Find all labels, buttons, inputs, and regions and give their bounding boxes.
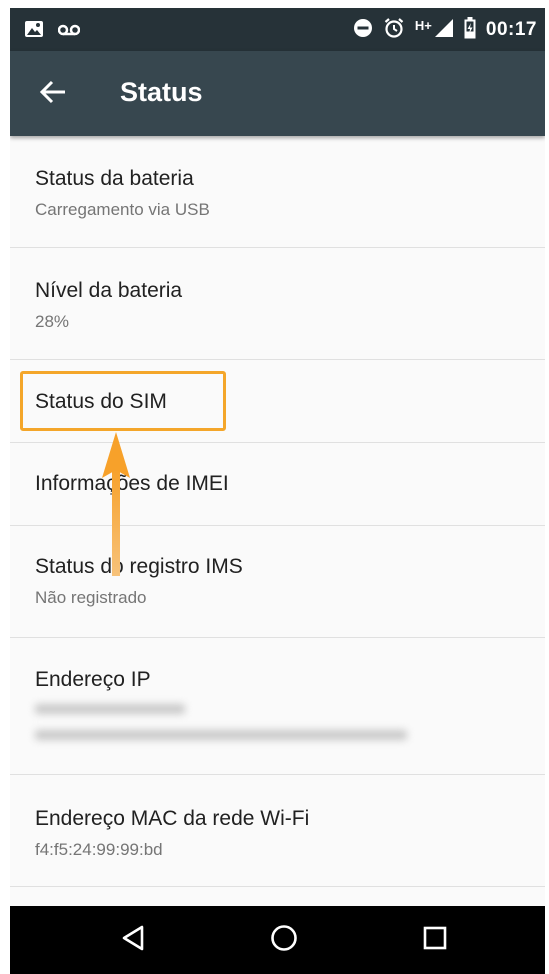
nav-home-button[interactable] (264, 920, 304, 960)
back-triangle-icon (120, 924, 148, 957)
navigation-bar (10, 906, 545, 974)
recents-square-icon (422, 925, 448, 956)
phone-screen: H+ 00:17 Status Status da bateria Carreg… (10, 8, 545, 974)
nav-recents-button[interactable] (415, 920, 455, 960)
pointer-arrow-icon (102, 432, 130, 576)
home-circle-icon (269, 923, 299, 958)
nav-back-button[interactable] (114, 920, 154, 960)
